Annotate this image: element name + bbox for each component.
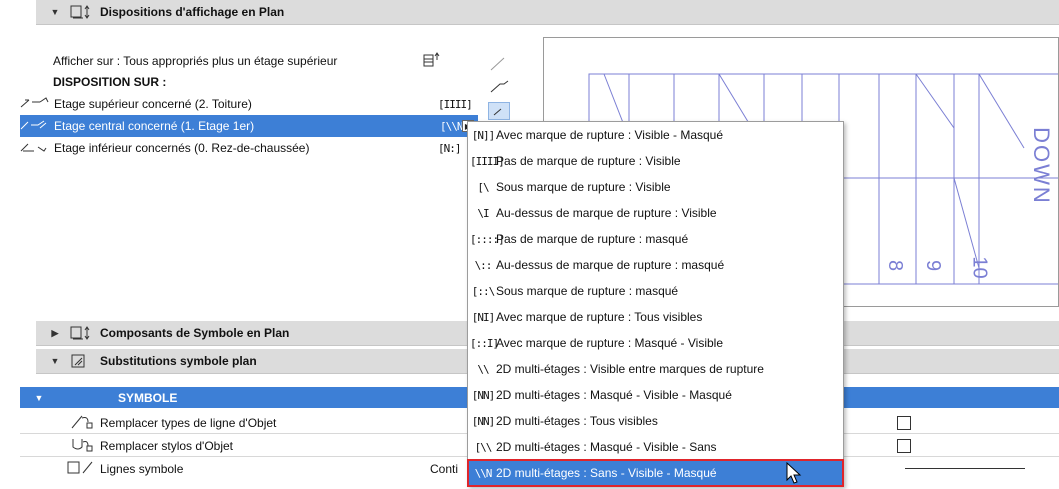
symbol-row-label: Remplacer types de ligne d'Objet [100,416,277,430]
symbol-row-value[interactable]: Conti [430,462,458,476]
menu-item-symbol-icon: [NN] [471,388,496,402]
view-lower-icon[interactable] [488,102,510,120]
menu-item-label: Sous marque de rupture : masqué [496,284,679,298]
floor-row-label: Etage inférieur concernés (0. Rez-de-cha… [54,141,310,155]
menu-item[interactable]: [NN] 2D multi-étages : Masqué - Visible -… [468,382,843,408]
floor-row-middle[interactable]: Etage central concerné (1. Etage 1er) [\… [20,115,478,137]
section-header-plan-display[interactable]: ▼ Dispositions d'affichage en Plan [36,0,1059,25]
menu-item-label: Avec marque de rupture : Tous visibles [496,310,703,324]
menu-item-label: Avec marque de rupture : Visible - Masqu… [496,128,724,142]
collapse-arrow-icon[interactable]: ▼ [48,7,62,17]
disposition-header-text: DISPOSITION SUR : [53,75,167,89]
symbol-lines-icon [66,460,100,479]
menu-item[interactable]: [\\ 2D multi-étages : Masqué - Visible - … [468,434,843,460]
menu-item-symbol-icon: \:: [474,258,493,272]
show-on-label: Afficher sur : Tous appropriés plus un é… [53,54,338,68]
menu-item-label: Avec marque de rupture : Masqué - Visibl… [496,336,724,350]
stairs-floor-icon[interactable] [422,52,442,68]
preview-step-label: 10 [968,256,991,279]
menu-item-symbol-icon: [IIII] [470,154,505,168]
line-sample [905,468,1025,469]
show-on-row[interactable]: Afficher sur : Tous appropriés plus un é… [53,50,337,72]
floor-plan-icon [70,326,92,340]
menu-item-label: 2D multi-étages : Tous visibles [496,414,658,428]
menu-item[interactable]: [::\ Sous marque de rupture : masqué [468,278,843,304]
menu-item-symbol-icon: [N]] [471,128,496,142]
view-upper-icon[interactable] [488,54,510,74]
collapse-arrow-icon[interactable]: ▼ [48,356,62,366]
menu-item-symbol-icon: [::::] [470,232,505,246]
menu-item-symbol-icon: \\N [474,466,493,480]
menu-item[interactable]: [::I] Avec marque de rupture : Masqué - V… [468,330,843,356]
checkbox-pens[interactable] [897,439,911,453]
preview-down-label: DOWN [1028,127,1054,205]
symbol-row-label: Lignes symbole [100,462,184,476]
floor-row-label: Etage supérieur concerné (2. Toiture) [54,97,252,111]
menu-item[interactable]: \\ 2D multi-étages : Visible entre marque… [468,356,843,382]
section-title: Composants de Symbole en Plan [100,326,290,340]
mouse-cursor-icon [785,461,805,486]
symbol-row-label: Remplacer stylos d'Objet [100,439,234,453]
menu-item-symbol-icon: \\ [477,362,489,376]
line-type-icon [70,414,100,433]
menu-item-symbol-icon: [::I] [470,336,499,350]
menu-item[interactable]: [NI] Avec marque de rupture : Tous visibl… [468,304,843,330]
checkbox-line-types[interactable] [897,416,911,430]
floor-row-lower[interactable]: Etage inférieur concernés (0. Rez-de-cha… [20,137,478,159]
menu-item[interactable]: [NN] 2D multi-étages : Tous visibles [468,408,843,434]
pen-icon [70,437,100,456]
menu-item-label: 2D multi-étages : Masqué - Visible - San… [496,440,717,454]
section-title: Substitutions symbole plan [100,354,257,368]
collapse-arrow-icon[interactable]: ▼ [24,393,54,403]
floor-plan-icon [70,5,92,19]
menu-item-symbol-icon: [\ [477,180,489,194]
menu-item-symbol-icon: [\\ [474,440,493,454]
floor-row-symbol[interactable]: [IIII] [438,98,478,111]
menu-item-symbol-icon: \I [477,206,489,220]
menu-item-label: Pas de marque de rupture : masqué [496,232,689,246]
menu-item-label: 2D multi-étages : Visible entre marques … [496,362,764,376]
menu-item[interactable]: [\ Sous marque de rupture : Visible [468,174,843,200]
middle-floor-stair-icon [20,119,54,134]
symbol-header-label: SYMBOLE [118,390,178,405]
upper-floor-stair-icon [20,96,54,112]
menu-item-label: 2D multi-étages : Sans - Visible - Masqu… [496,466,717,480]
menu-item-label: Sous marque de rupture : Visible [496,180,671,194]
menu-item-symbol-icon: [::\ [471,284,496,298]
floor-row-upper[interactable]: Etage supérieur concerné (2. Toiture) [I… [20,93,478,115]
menu-item-label: Au-dessus de marque de rupture : masqué [496,258,725,272]
menu-item[interactable]: \:: Au-dessus de marque de rupture : masq… [468,252,843,278]
floor-row-symbol[interactable]: [\\N] [440,120,469,133]
menu-item-symbol-icon: [NI] [471,310,496,324]
section-title: Dispositions d'affichage en Plan [100,5,285,19]
symbol-dropdown-menu[interactable]: [N]] Avec marque de rupture : Visible - M… [467,121,844,487]
menu-item[interactable]: [IIII] Pas de marque de rupture : Visible [468,148,843,174]
preview-step-label: 9 [922,259,945,272]
preview-step-label: 8 [884,259,907,272]
menu-item-label: Pas de marque de rupture : Visible [496,154,681,168]
menu-item[interactable]: \I Au-dessus de marque de rupture : Visib… [468,200,843,226]
disposition-header: DISPOSITION SUR : [53,71,166,93]
menu-item-symbol-icon: [NN] [471,414,496,428]
substitution-icon [70,354,92,368]
menu-item-label: 2D multi-étages : Masqué - Visible - Mas… [496,388,732,402]
menu-item[interactable]: [::::] Pas de marque de rupture : masqué [468,226,843,252]
floor-row-label: Etage central concerné (1. Etage 1er) [54,119,255,133]
view-middle-icon[interactable] [488,78,510,98]
menu-item[interactable]: [N]] Avec marque de rupture : Visible - M… [468,122,843,148]
menu-item-label: Au-dessus de marque de rupture : Visible [496,206,717,220]
lower-floor-stair-icon [20,141,54,156]
expand-arrow-icon[interactable]: ▶ [48,328,62,339]
